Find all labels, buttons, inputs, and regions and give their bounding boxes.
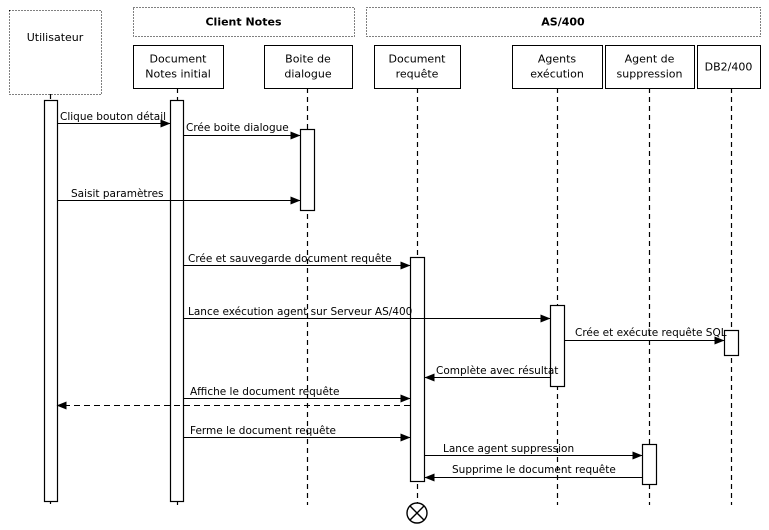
participant-label-agent-de-suppression: Agent de xyxy=(625,53,675,66)
message-label-msg-affiche-le-document-requete: Affiche le document requête xyxy=(190,386,340,398)
diagram-canvas: Client Notes AS/400 Utilisateur Document No… xyxy=(9,7,761,524)
message-msg-lance-agent-suppression[interactable]: Lance agent suppression xyxy=(424,443,643,460)
participant-label2-boite-de-dialogue: dialogue xyxy=(284,68,332,81)
participant-box-utilisateur[interactable] xyxy=(9,10,102,95)
participant-label-agents-execution: Agents xyxy=(538,53,577,66)
message-msg-ferme-le-document-requete[interactable]: Ferme le document requête xyxy=(183,425,411,442)
activation-bar-db2-400 xyxy=(723,329,740,357)
participant-document-requete[interactable]: Document requête xyxy=(374,45,461,89)
participant-document-notes-initial[interactable]: Document Notes initial xyxy=(133,45,224,89)
activation-bar-boite-de-dialogue xyxy=(299,128,316,212)
activation-bar-agent-de-suppression xyxy=(641,443,658,486)
participant-label2-document-requete: requête xyxy=(396,68,439,81)
sequence-diagram: Client Notes AS/400 Utilisateur Document No… xyxy=(0,0,769,530)
participant-label-boite-de-dialogue: Boite de xyxy=(285,53,331,66)
message-label-msg-cree-et-execute-requete-sql: Crée et exécute requête SQL xyxy=(575,327,727,339)
message-msg-affiche-le-document-requete[interactable]: Affiche le document requête xyxy=(183,386,411,403)
message-label-msg-cree-boite-dialogue: Crée boite dialogue xyxy=(186,122,289,134)
participant-label2-agent-de-suppression: suppression xyxy=(617,68,683,81)
message-msg-lance-execution-agent[interactable]: Lance exécution agent sur Serveur AS/400 xyxy=(183,306,551,323)
participant-label-db2-400: DB2/400 xyxy=(705,61,753,74)
participant-db2-400[interactable]: DB2/400 xyxy=(697,45,761,89)
message-label-msg-ferme-le-document-requete: Ferme le document requête xyxy=(190,425,336,437)
message-msg-complete-avec-resultat[interactable]: Complète avec résultat xyxy=(424,365,558,382)
participant-label2-document-notes-initial: Notes initial xyxy=(145,68,211,81)
destruction-marker-document-requete xyxy=(406,502,428,524)
participant-label-document-requete: Document xyxy=(389,53,447,66)
activations-layer xyxy=(43,99,740,503)
activation-bar-utilisateur xyxy=(43,99,59,503)
message-msg-clique-bouton-detail[interactable]: Clique bouton détail xyxy=(57,111,171,128)
message-label-msg-supprime-le-document-requete: Supprime le document requête xyxy=(452,464,616,476)
participant-label-document-notes-initial: Document xyxy=(150,53,208,66)
participant-label-utilisateur: Utilisateur xyxy=(27,31,84,44)
group-label-as400: AS/400 xyxy=(541,16,585,29)
message-label-msg-lance-agent-suppression: Lance agent suppression xyxy=(443,443,574,455)
message-msg-supprime-le-document-requete[interactable]: Supprime le document requête xyxy=(424,464,642,482)
message-label-msg-complete-avec-resultat: Complète avec résultat xyxy=(436,365,558,377)
messages-layer: Clique bouton détail Crée boite dialogue S… xyxy=(56,111,727,482)
message-label-msg-saisit-parametres: Saisit paramètres xyxy=(71,188,164,200)
message-msg-cree-et-sauvegarde-document-requete[interactable]: Crée et sauvegarde document requête xyxy=(183,253,411,270)
message-label-msg-lance-execution-agent: Lance exécution agent sur Serveur AS/400 xyxy=(188,306,412,318)
message-msg-cree-boite-dialogue[interactable]: Crée boite dialogue xyxy=(183,122,301,140)
lifelines-layer xyxy=(49,88,733,505)
group-frames-layer: Client Notes AS/400 xyxy=(133,7,761,37)
participant-utilisateur[interactable]: Utilisateur xyxy=(9,10,102,95)
participant-label2-agents-execution: exécution xyxy=(530,68,584,81)
group-frame-client-notes: Client Notes xyxy=(133,7,355,37)
group-label-client-notes: Client Notes xyxy=(205,16,281,29)
group-frame-as400: AS/400 xyxy=(366,7,761,37)
participant-agents-execution[interactable]: Agents exécution xyxy=(512,45,603,89)
activation-bar-document-requete xyxy=(409,256,426,483)
participants-layer: Utilisateur Document Notes initial Boite de… xyxy=(9,10,761,95)
message-label-msg-cree-et-sauvegarde-document-requete: Crée et sauvegarde document requête xyxy=(188,253,392,265)
destruction-layer xyxy=(406,502,428,524)
message-msg-cree-et-execute-requete-sql[interactable]: Crée et exécute requête SQL xyxy=(564,327,727,345)
participant-agent-de-suppression[interactable]: Agent de suppression xyxy=(605,45,695,89)
message-label-msg-clique-bouton-detail: Clique bouton détail xyxy=(60,111,166,123)
participant-boite-de-dialogue[interactable]: Boite de dialogue xyxy=(264,45,353,89)
activation-bar-document-notes-initial xyxy=(169,99,185,503)
